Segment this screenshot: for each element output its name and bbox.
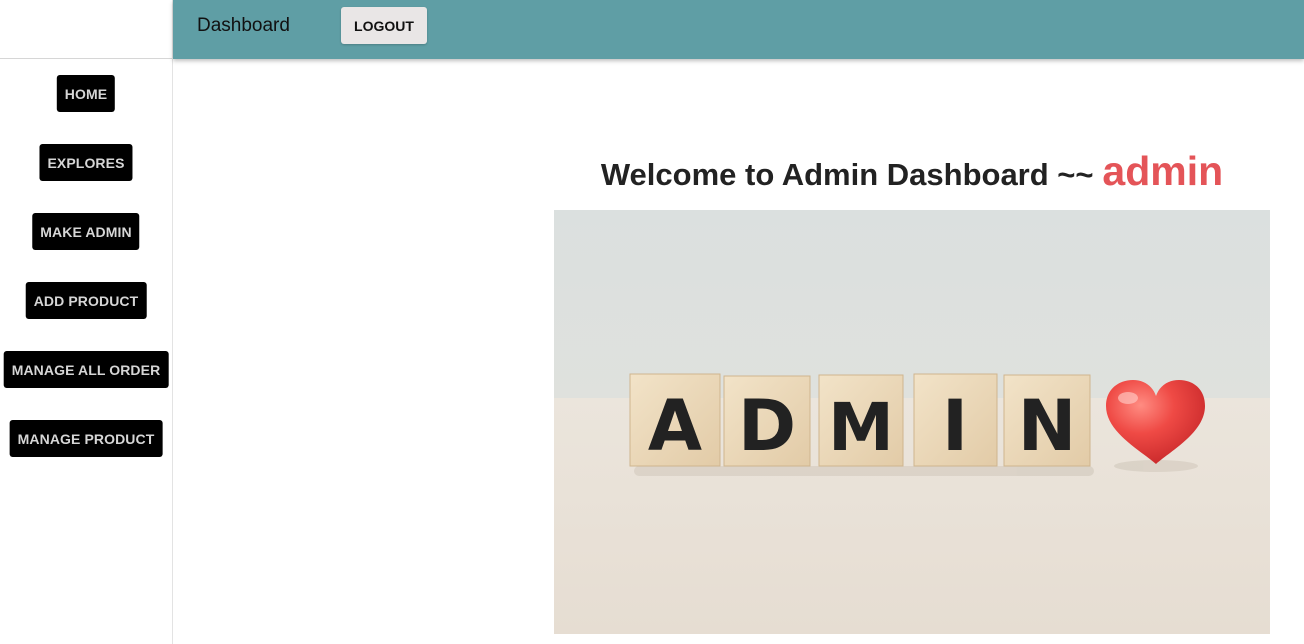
- letter-blocks: A D M I N: [629, 373, 1091, 467]
- svg-text:M: M: [828, 389, 894, 466]
- nav-manage-all-order-button[interactable]: MANAGE ALL ORDER: [3, 351, 169, 388]
- sidebar-header: [0, 0, 172, 59]
- app-title: Dashboard: [197, 15, 290, 36]
- nav-add-product-button[interactable]: ADD PRODUCT: [25, 282, 147, 319]
- welcome-text: Welcome to Admin Dashboard ~~: [600, 157, 1094, 192]
- block-i: I: [913, 373, 998, 467]
- username-highlight: admin: [1102, 148, 1224, 194]
- sidebar: HOME EXPLORES MAKE ADMIN ADD PRODUCT MAN…: [0, 0, 173, 644]
- block-d: D: [723, 375, 811, 467]
- nav-manage-product-button[interactable]: MANAGE PRODUCT: [9, 420, 163, 457]
- welcome-heading: Welcome to Admin Dashboard ~~ admin: [554, 148, 1270, 195]
- app: HOME EXPLORES MAKE ADMIN ADD PRODUCT MAN…: [0, 0, 1304, 644]
- svg-text:N: N: [1018, 385, 1077, 467]
- hero-image: A D M I N: [554, 210, 1270, 634]
- nav-make-admin-button[interactable]: MAKE ADMIN: [32, 213, 140, 250]
- nav-explores-button[interactable]: EXPLORES: [39, 144, 133, 181]
- svg-text:D: D: [738, 385, 796, 467]
- logout-button[interactable]: LOGOUT: [341, 7, 427, 44]
- admin-blocks-photo: A D M I N: [554, 210, 1270, 634]
- svg-text:I: I: [942, 385, 968, 467]
- nav-home-button[interactable]: HOME: [56, 75, 116, 112]
- top-app-bar: Dashboard LOGOUT: [173, 0, 1304, 59]
- block-n: N: [1003, 374, 1091, 467]
- svg-text:A: A: [648, 385, 702, 467]
- block-a: A: [629, 373, 721, 467]
- block-m: M: [818, 374, 904, 467]
